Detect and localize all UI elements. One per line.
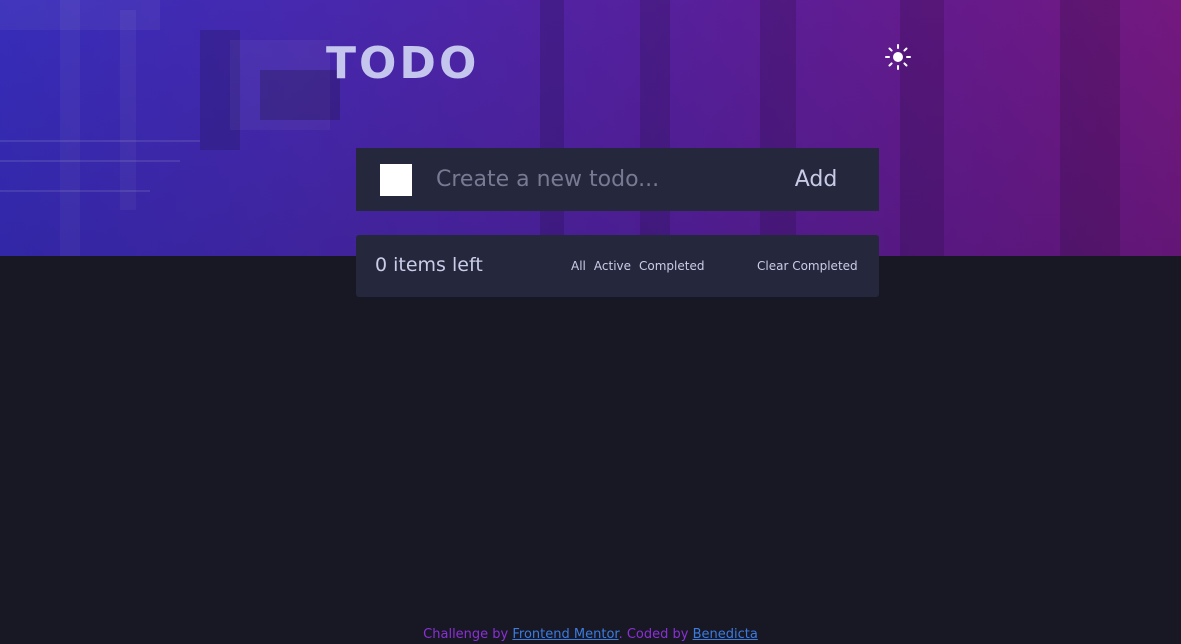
app-title: TODO — [326, 38, 480, 89]
todo-app-page: TODO Add 0 items left All Active Compl — [0, 0, 1181, 644]
new-todo-checkbox[interactable] — [380, 164, 412, 196]
filter-group: All Active Completed — [571, 257, 704, 275]
list-footer: 0 items left All Active Completed Clear … — [356, 235, 879, 297]
attribution-middle: . Coded by — [618, 627, 693, 642]
frontend-mentor-link[interactable]: Frontend Mentor — [512, 627, 618, 642]
attribution-prefix: Challenge by — [423, 627, 513, 642]
hero-banner — [0, 0, 1181, 256]
filter-active[interactable]: Active — [594, 257, 631, 275]
items-left-count: 0 items left — [375, 254, 483, 276]
filter-all[interactable]: All — [571, 257, 586, 275]
new-todo-input[interactable] — [436, 161, 756, 197]
filter-completed[interactable]: Completed — [639, 257, 704, 275]
author-link[interactable]: Benedicta — [693, 627, 758, 642]
add-button[interactable]: Add — [776, 161, 856, 197]
new-todo-form: Add — [356, 148, 879, 211]
theme-toggle-button[interactable] — [884, 43, 912, 71]
sun-icon — [885, 44, 911, 70]
clear-completed-button[interactable]: Clear Completed — [757, 257, 858, 275]
attribution: Challenge by Frontend Mentor. Coded by B… — [0, 626, 1181, 644]
